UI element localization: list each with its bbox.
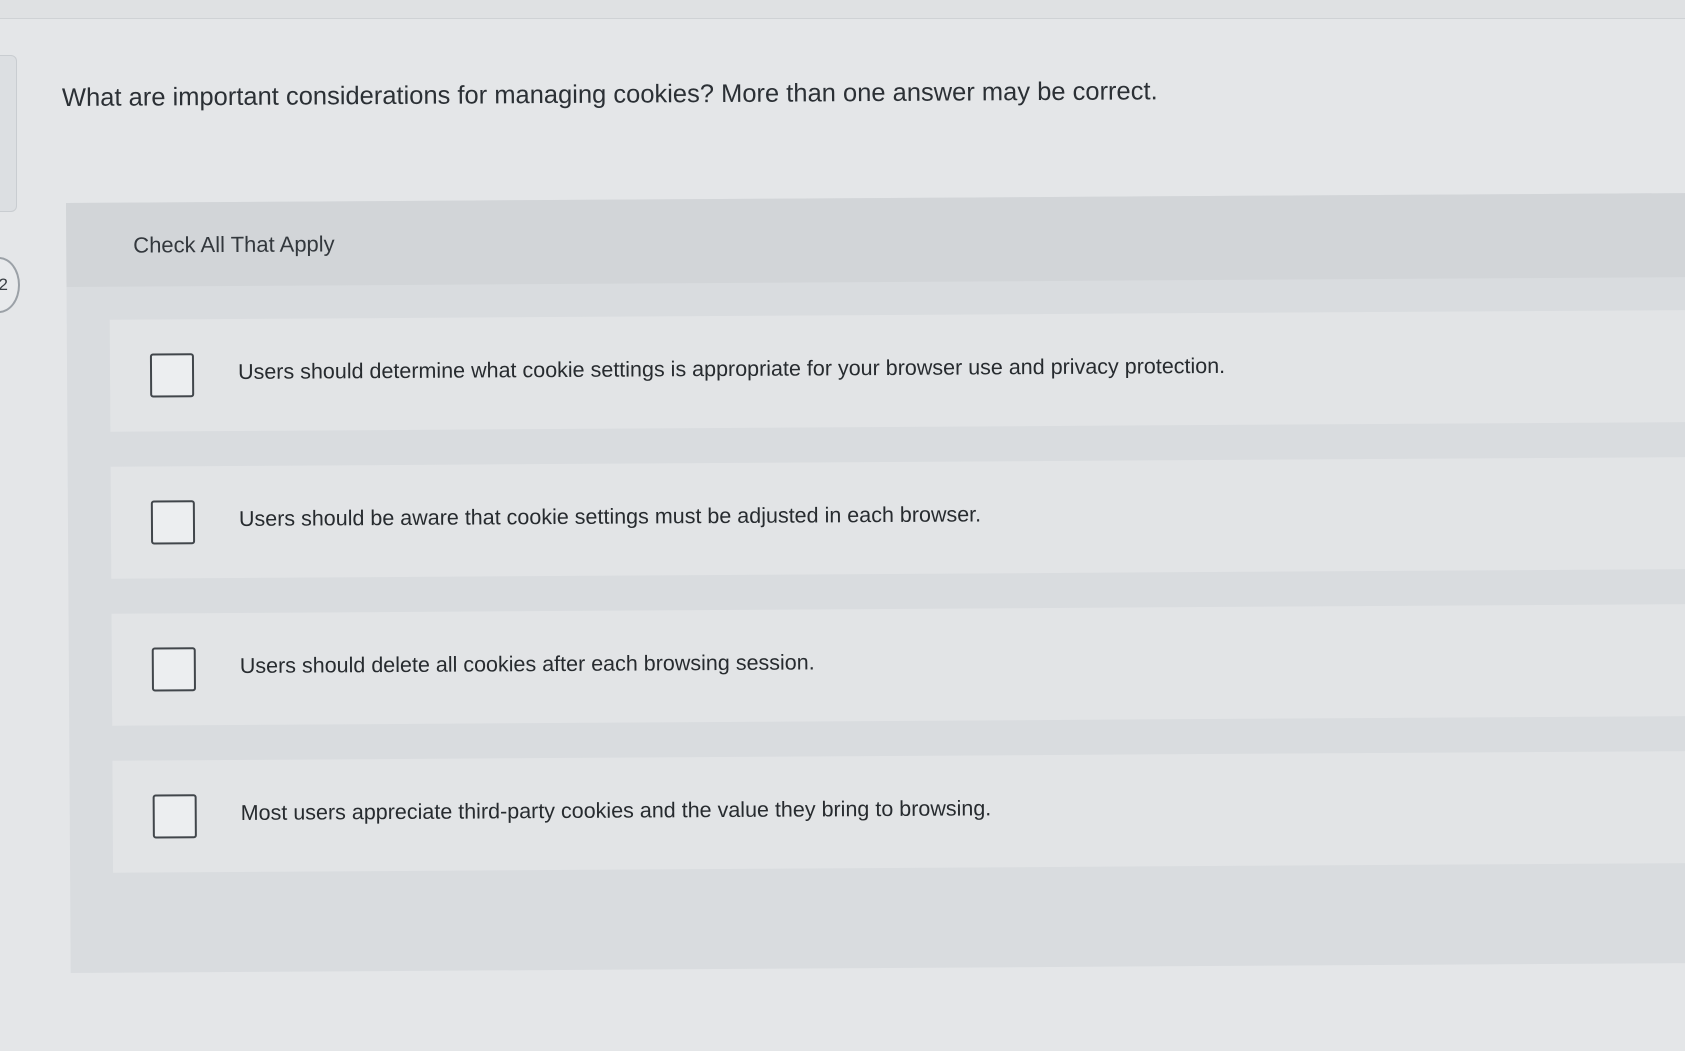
answer-option-1-label: Users should determine what cookie setti…: [237, 353, 1226, 384]
answer-option-4-label: Most users appreciate third-party cookie…: [240, 796, 992, 825]
answer-checkbox-4[interactable]: [152, 794, 197, 839]
answer-panel: Check All That Apply Users should determ…: [66, 193, 1685, 973]
top-toolbar-strip: [0, 0, 1685, 19]
answer-option-2[interactable]: Users should be aware that cookie settin…: [110, 457, 1685, 579]
answer-checkbox-1[interactable]: [149, 353, 195, 398]
question-nav-rail[interactable]: [0, 55, 17, 212]
answer-checkbox-3[interactable]: [151, 647, 196, 692]
answer-panel-header: Check All That Apply: [66, 193, 1685, 287]
answer-option-3[interactable]: Users should delete all cookies after ea…: [111, 604, 1685, 726]
answer-option-3-label: Users should delete all cookies after ea…: [239, 650, 815, 678]
check-all-instructions: Check All That Apply: [133, 231, 335, 258]
answer-checkbox-2[interactable]: [150, 500, 196, 545]
answer-option-1[interactable]: Users should determine what cookie setti…: [109, 310, 1685, 432]
question-prompt: What are important considerations for ma…: [61, 77, 1158, 112]
question-number-badge[interactable]: 2: [0, 257, 20, 313]
answer-option-2-label: Users should be aware that cookie settin…: [238, 502, 982, 531]
answer-option-4[interactable]: Most users appreciate third-party cookie…: [112, 751, 1685, 873]
